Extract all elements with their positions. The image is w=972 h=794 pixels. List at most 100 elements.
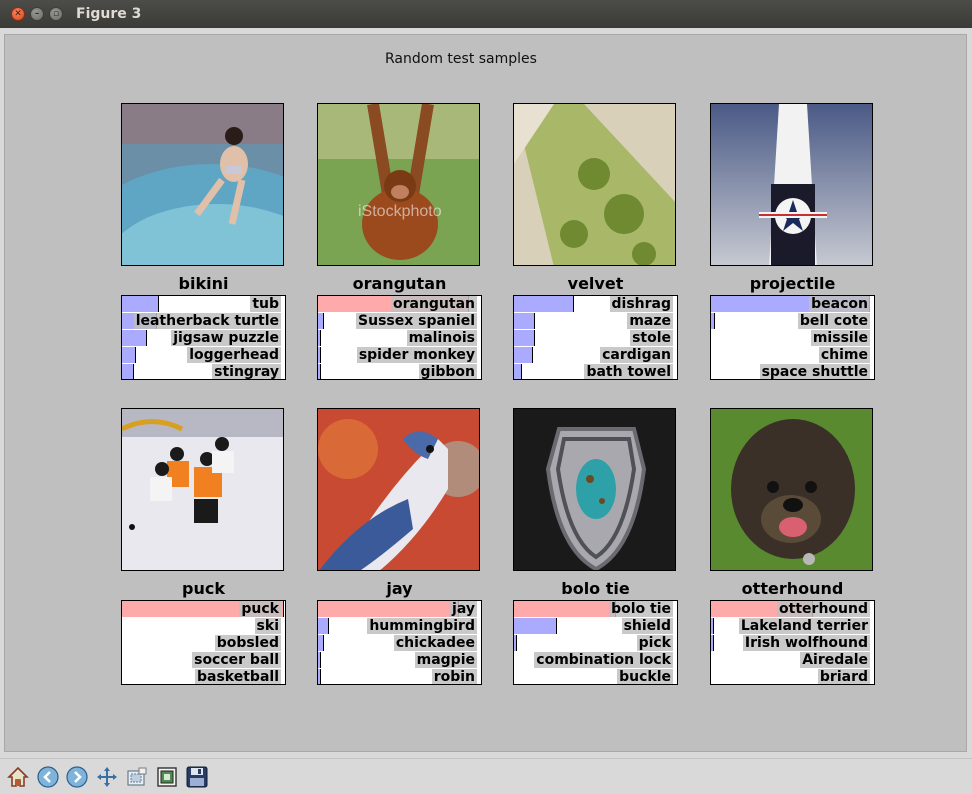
sample-title: puck bbox=[182, 579, 225, 598]
prediction-bar bbox=[318, 347, 321, 363]
forward-button[interactable] bbox=[63, 763, 91, 791]
prediction-bar bbox=[122, 296, 159, 312]
prediction-bar-chart: dishrag maze stole cardigan bath towel bbox=[513, 295, 678, 380]
prediction-bar bbox=[514, 618, 557, 634]
sample-title: bolo tie bbox=[561, 579, 630, 598]
back-button[interactable] bbox=[34, 763, 62, 791]
prediction-label: Airedale bbox=[800, 652, 870, 668]
pan-move-icon bbox=[97, 767, 117, 787]
prediction-label: spider monkey bbox=[356, 347, 477, 363]
save-button[interactable] bbox=[183, 763, 211, 791]
zoom-rect-icon bbox=[127, 767, 147, 786]
sample-title: bikini bbox=[178, 274, 229, 293]
prediction-label: Irish wolfhound bbox=[742, 635, 870, 651]
prediction-label: bath towel bbox=[584, 364, 673, 380]
prediction-label: soccer ball bbox=[192, 652, 281, 668]
maximize-icon: ▫ bbox=[52, 9, 60, 19]
prediction-label: magpie bbox=[414, 652, 477, 668]
close-icon: ✕ bbox=[14, 9, 22, 19]
prediction-label: chime bbox=[818, 347, 870, 363]
sample-image: iStockphoto bbox=[317, 103, 480, 266]
prediction-label: pick bbox=[636, 635, 673, 651]
sample-title: projectile bbox=[749, 274, 836, 293]
prediction-bar bbox=[711, 313, 715, 329]
configure-subplots-button[interactable] bbox=[153, 763, 181, 791]
prediction-bar-chart: jay hummingbird chickadee magpie robin bbox=[317, 600, 482, 685]
sample-image bbox=[513, 103, 676, 266]
prediction-bar bbox=[318, 669, 321, 684]
prediction-bar bbox=[514, 330, 535, 346]
prediction-label: maze bbox=[627, 313, 673, 329]
prediction-label: loggerhead bbox=[187, 347, 281, 363]
prediction-label: jigsaw puzzle bbox=[171, 330, 281, 346]
prediction-bar bbox=[711, 635, 714, 651]
prediction-bar bbox=[514, 601, 616, 617]
prediction-label: robin bbox=[431, 669, 477, 685]
prediction-label: buckle bbox=[617, 669, 673, 685]
prediction-label: orangutan bbox=[390, 296, 477, 312]
prediction-label: hummingbird bbox=[367, 618, 477, 634]
sample-title: jay bbox=[386, 579, 413, 598]
prediction-label: Lakeland terrier bbox=[738, 618, 870, 634]
prediction-label: stole bbox=[630, 330, 673, 346]
window-title: Figure 3 bbox=[76, 6, 142, 22]
home-button[interactable] bbox=[4, 763, 32, 791]
forward-arrow-icon bbox=[66, 766, 88, 788]
zoom-button[interactable] bbox=[123, 763, 151, 791]
prediction-bar bbox=[318, 601, 459, 617]
back-arrow-icon bbox=[37, 766, 59, 788]
prediction-label: bell cote bbox=[797, 313, 870, 329]
sample-title: otterhound bbox=[741, 579, 844, 598]
prediction-bar bbox=[318, 364, 321, 379]
prediction-bar-chart: otterhound Lakeland terrier Irish wolfhoun… bbox=[710, 600, 875, 685]
prediction-label: missile bbox=[810, 330, 870, 346]
prediction-bar bbox=[711, 618, 714, 634]
prediction-label: cardigan bbox=[600, 347, 673, 363]
sample-image bbox=[121, 103, 284, 266]
prediction-bar bbox=[318, 635, 324, 651]
prediction-bar bbox=[514, 296, 574, 312]
sample-image bbox=[710, 408, 873, 571]
prediction-label: gibbon bbox=[418, 364, 477, 380]
prediction-bar bbox=[514, 347, 533, 363]
home-icon bbox=[7, 766, 29, 787]
minimize-window-button[interactable]: – bbox=[30, 7, 44, 21]
prediction-bar bbox=[514, 313, 535, 329]
prediction-label: puck bbox=[239, 601, 281, 617]
prediction-label: beacon bbox=[809, 296, 870, 312]
prediction-label: ski bbox=[254, 618, 281, 634]
prediction-label: dishrag bbox=[609, 296, 673, 312]
navigation-toolbar bbox=[0, 758, 972, 794]
prediction-label: stingray bbox=[212, 364, 281, 380]
prediction-label: tub bbox=[250, 296, 281, 312]
minimize-icon: – bbox=[34, 9, 40, 19]
prediction-bar bbox=[318, 330, 321, 346]
prediction-bar bbox=[318, 618, 329, 634]
prediction-label: chickadee bbox=[393, 635, 477, 651]
sample-image bbox=[121, 408, 284, 571]
maximize-window-button[interactable]: ▫ bbox=[49, 7, 63, 21]
sample-image bbox=[513, 408, 676, 571]
prediction-label: space shuttle bbox=[759, 364, 870, 380]
prediction-label: bobsled bbox=[214, 635, 281, 651]
sample-title: velvet bbox=[567, 274, 624, 293]
prediction-bar-chart: puck ski bobsled soccer ball basketball bbox=[121, 600, 286, 685]
prediction-label: briard bbox=[817, 669, 870, 685]
sample-title: orangutan bbox=[352, 274, 447, 293]
prediction-bar-chart: tub leatherback turtle jigsaw puzzle logger… bbox=[121, 295, 286, 380]
prediction-label: basketball bbox=[195, 669, 281, 685]
close-window-button[interactable]: ✕ bbox=[11, 7, 25, 21]
prediction-bar-chart: bolo tie shield pick combination lock buckle bbox=[513, 600, 678, 685]
subplots-icon bbox=[157, 767, 177, 787]
prediction-label: malinois bbox=[406, 330, 477, 346]
figure-suptitle: Random test samples bbox=[385, 51, 537, 67]
prediction-label: combination lock bbox=[534, 652, 673, 668]
save-floppy-icon bbox=[186, 766, 208, 788]
prediction-bar bbox=[318, 313, 324, 329]
prediction-label: Sussex spaniel bbox=[356, 313, 477, 329]
pan-button[interactable] bbox=[93, 763, 121, 791]
prediction-label: leatherback turtle bbox=[133, 313, 281, 329]
sample-image bbox=[317, 408, 480, 571]
prediction-label: shield bbox=[621, 618, 673, 634]
prediction-bar bbox=[318, 652, 321, 668]
